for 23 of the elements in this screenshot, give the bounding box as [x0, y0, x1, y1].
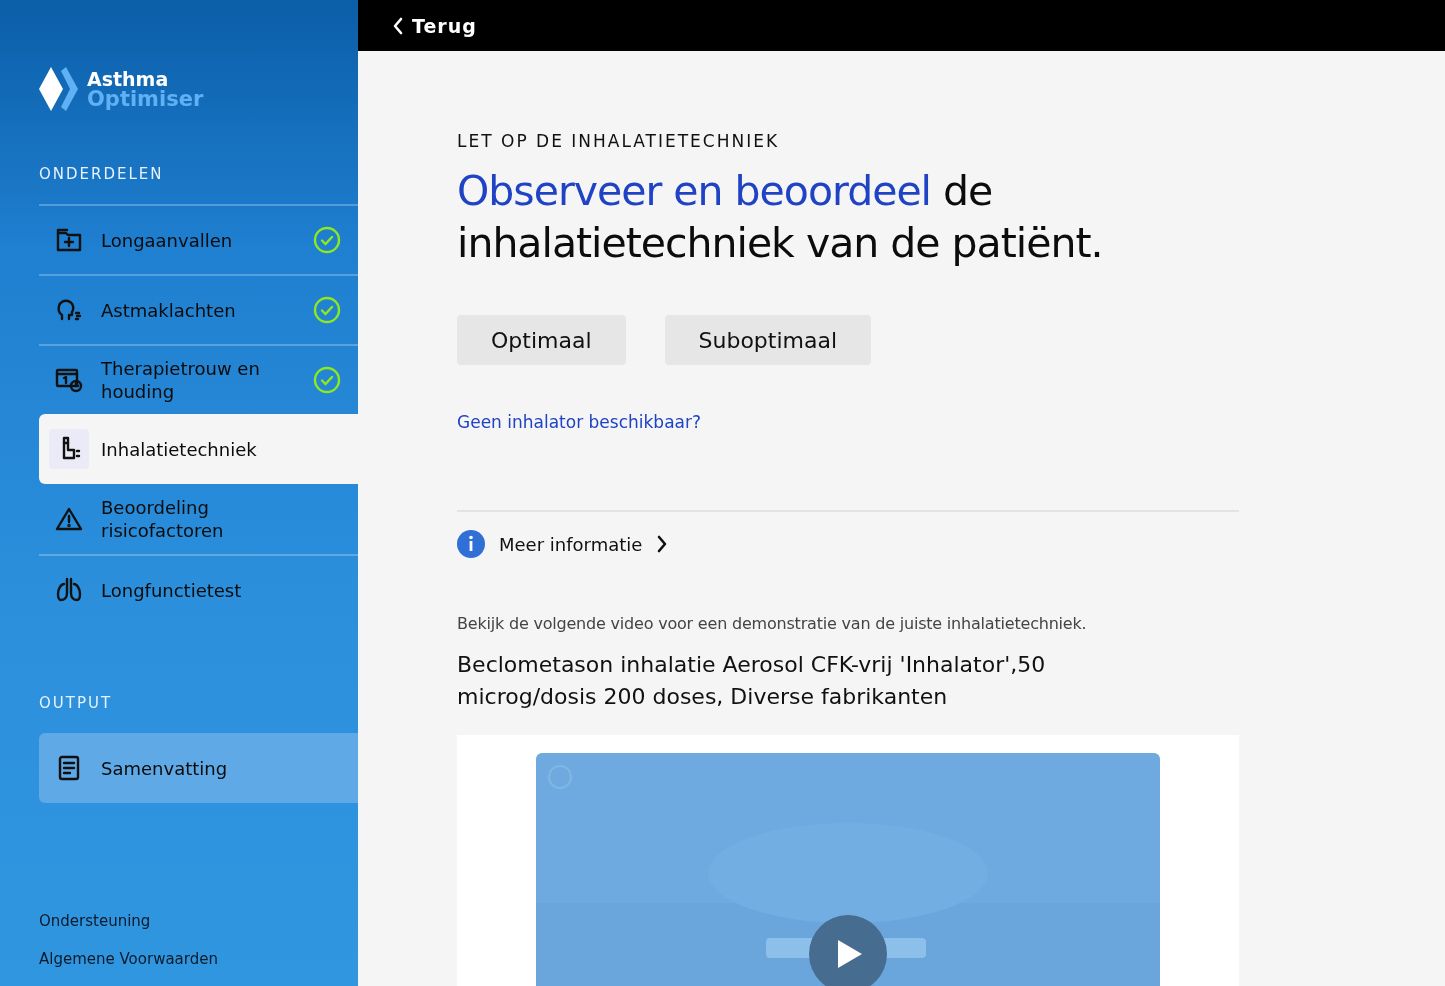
section-title: ONDERDELEN	[39, 165, 165, 183]
back-button[interactable]: Terug	[392, 14, 477, 37]
chevron-right-icon	[656, 535, 669, 553]
footer-link[interactable]: Ondersteuning	[39, 912, 358, 930]
sidebar-item[interactable]: Samenvatting	[39, 733, 358, 803]
sidebar-item[interactable]: Beoordeling risicofactoren	[39, 484, 358, 554]
brand-name: Asthma	[87, 69, 170, 89]
info-icon	[457, 530, 485, 558]
section-title: OUTPUT	[39, 694, 114, 712]
no-inhaler-link[interactable]: Geen inhalator beschikbaar?	[457, 412, 701, 432]
chevron-left-icon	[392, 16, 404, 35]
product-title: Beclometason inhalatie Aerosol CFK-vrij 'Inhalator',50 microg/dosis 200 doses, Diverse fabrikanten	[457, 651, 1047, 711]
eyebrow-text: LET OP DE INHALATIETECHNIEK	[457, 131, 780, 151]
inhaler-icon	[49, 429, 89, 469]
logo-icon	[39, 67, 79, 111]
more-info-link[interactable]: Meer informatie	[499, 533, 643, 555]
page-heading: Observeer en beoordeel de inhalatietechniek van de patiënt.	[457, 166, 1104, 269]
sidebar-item[interactable]: Inhalatietechniek	[39, 414, 358, 484]
choice-button[interactable]: Suboptimaal	[664, 315, 872, 365]
brand-name: Optimiser	[87, 89, 204, 109]
choice-button[interactable]: Optimaal	[457, 315, 626, 365]
footer-link[interactable]: Algemene Voorwaarden	[39, 950, 358, 968]
intro-text: Bekijk de volgende video voor een demonstratie van de juiste inhalatietechniek.	[457, 614, 1087, 633]
